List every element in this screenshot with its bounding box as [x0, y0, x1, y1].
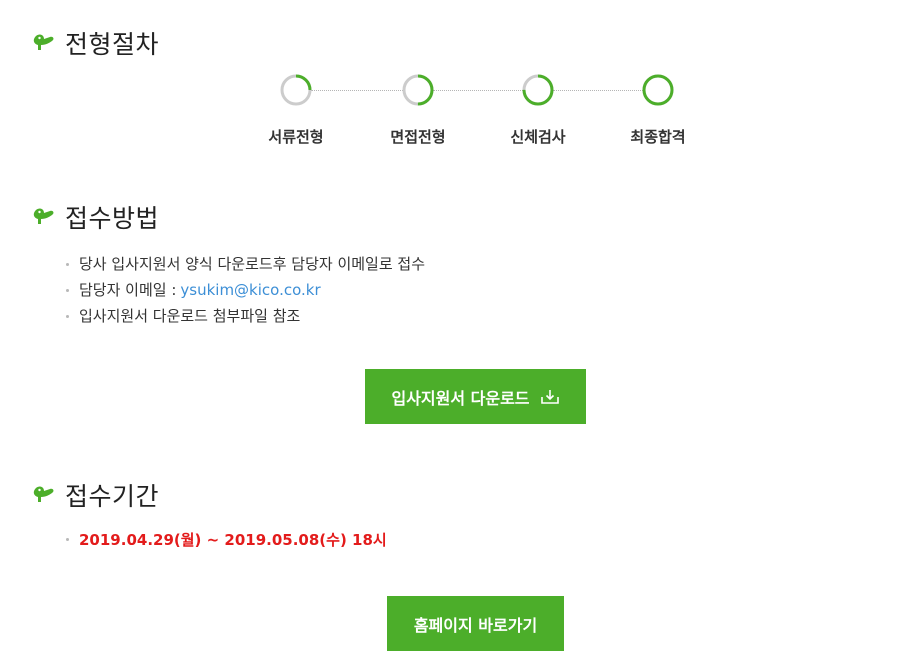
method-item-text: 담당자 이메일 : — [79, 281, 177, 299]
step-label: 면접전형 — [390, 128, 446, 146]
step-item: 면접전형 — [378, 70, 458, 147]
step-ring-icon — [522, 74, 554, 106]
step-label: 서류전형 — [268, 128, 324, 146]
download-button-label: 입사지원서 다운로드 — [391, 388, 530, 408]
section-title-steps: 전형절차 — [30, 26, 159, 60]
steps-title: 전형절차 — [65, 30, 160, 59]
list-item: 담당자 이메일 : ysukim@kico.co.kr — [66, 277, 425, 303]
bird-icon — [33, 208, 54, 224]
step-item: 신체검사 — [498, 70, 578, 147]
homepage-button[interactable]: 홈페이지 바로가기 — [387, 596, 564, 651]
method-item-text: 입사지원서 다운로드 첨부파일 참조 — [79, 307, 301, 325]
section-title-method: 접수방법 — [30, 200, 159, 234]
list-item: 당사 입사지원서 양식 다운로드후 담당자 이메일로 접수 — [66, 251, 425, 277]
homepage-button-label: 홈페이지 바로가기 — [413, 615, 538, 635]
list-item: 입사지원서 다운로드 첨부파일 참조 — [66, 303, 425, 329]
bird-icon — [33, 486, 54, 502]
download-icon — [540, 389, 559, 404]
method-item-text: 당사 입사지원서 양식 다운로드후 담당자 이메일로 접수 — [79, 255, 426, 273]
bullet-dot-icon — [66, 288, 69, 292]
bullet-dot-icon — [66, 538, 69, 541]
application-period: 2019.04.29(월) ~ 2019.05.08(수) 18시 — [66, 529, 387, 550]
step-item: 서류전형 — [256, 70, 336, 147]
email-link[interactable]: ysukim@kico.co.kr — [180, 279, 320, 301]
steps-progress: 서류전형 면접전형 신체검사 최종합격 — [0, 70, 901, 160]
step-label: 신체검사 — [510, 128, 566, 146]
bullet-dot-icon — [66, 262, 69, 266]
bullet-dot-icon — [66, 314, 69, 318]
step-ring-icon — [402, 74, 434, 106]
method-title: 접수방법 — [65, 204, 160, 233]
download-application-button[interactable]: 입사지원서 다운로드 — [365, 369, 586, 424]
step-ring-icon — [280, 74, 312, 106]
period-title: 접수기간 — [65, 482, 160, 511]
step-label: 최종합격 — [630, 128, 686, 146]
step-ring-icon — [642, 74, 674, 106]
section-title-period: 접수기간 — [30, 478, 159, 512]
method-list: 당사 입사지원서 양식 다운로드후 담당자 이메일로 접수 담당자 이메일 : … — [66, 251, 425, 329]
bird-icon — [33, 34, 54, 50]
step-item: 최종합격 — [618, 70, 698, 147]
period-text: 2019.04.29(월) ~ 2019.05.08(수) 18시 — [79, 531, 387, 549]
